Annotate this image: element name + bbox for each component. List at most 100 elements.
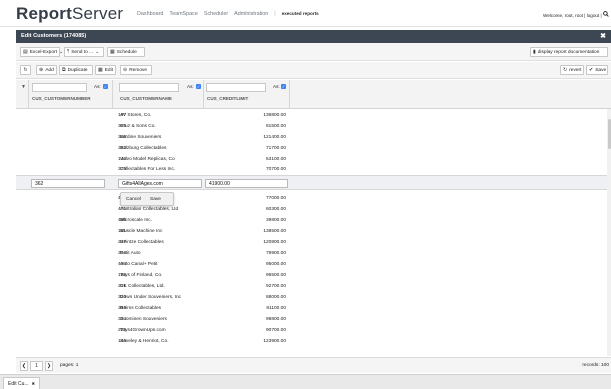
- table-row[interactable]: 379 Collectables For Less Inc. 70700.00: [16, 164, 607, 175]
- edit-customername-input[interactable]: [118, 179, 202, 188]
- prev-page-button[interactable]: ❮: [20, 361, 28, 371]
- report-toolbar: ▤ Excel-Export ⌄ ⤒ Send to ... ⌄ ▦ Sched…: [16, 43, 611, 61]
- revert-icon: ↻: [563, 66, 568, 73]
- tab-edit-customers[interactable]: Edit Cu... ✖: [3, 377, 40, 389]
- cell-creditlimit: 136800.00: [263, 113, 286, 118]
- table-row[interactable]: 151 Muscle Machine Inc 138500.00: [16, 226, 607, 237]
- table-row[interactable]: 186 Toys of Finland, Co. 96500.00: [16, 270, 607, 281]
- scrollbar-thumb[interactable]: [607, 119, 611, 149]
- close-icon[interactable]: ✖: [600, 32, 606, 40]
- filter-as-checkbox[interactable]: ✓: [196, 84, 201, 89]
- next-page-button[interactable]: ❯: [45, 361, 53, 371]
- vertical-scrollbar[interactable]: [607, 109, 611, 356]
- cell-customernumber: 205: [117, 328, 126, 333]
- edit-customernumber-input[interactable]: [31, 179, 105, 188]
- refresh-icon: ↻: [23, 66, 28, 73]
- filter-input-creditlimit[interactable]: [206, 83, 266, 92]
- filter-input-customername[interactable]: [119, 83, 179, 92]
- main-nav: Dashboard TeamSpace Scheduler Administra…: [137, 11, 319, 17]
- tab-label: Edit Cu...: [8, 380, 29, 387]
- records-label: records: 100: [582, 363, 609, 368]
- table-row[interactable]: 382 Salzburg Collectables 71700.00: [16, 143, 607, 154]
- table-row[interactable]: 201 UK Collectables, Ltd. 92700.00: [16, 281, 607, 292]
- plus-icon: ⊕: [39, 66, 44, 73]
- table-row[interactable]: 406 Auto Canal+ Petit 95000.00: [16, 259, 607, 270]
- nav-administration[interactable]: Administration: [234, 11, 268, 17]
- column-header-customername[interactable]: CUS_CUSTOMERNAME: [120, 96, 172, 101]
- upload-icon: ⤒: [67, 48, 70, 55]
- nav-executed-reports[interactable]: executed reports: [282, 11, 319, 17]
- table-row[interactable]: 471 Australian Collectables, Ltd 60300.0…: [16, 204, 607, 215]
- table-row[interactable]: 227 Heintze Collectables 120800.00: [16, 237, 607, 248]
- search-icon[interactable]: [603, 11, 609, 18]
- edit-creditlimit-input[interactable]: [205, 179, 288, 188]
- nav-teamspace[interactable]: TeamSpace: [169, 11, 197, 17]
- display-report-documentation-button[interactable]: ▮ display report documentation: [530, 47, 608, 57]
- column-divider: [28, 80, 29, 109]
- filter-icon[interactable]: ▼: [21, 84, 26, 90]
- cancel-button[interactable]: Cancel: [124, 195, 143, 204]
- table-row[interactable]: 385 Cruz & Sons Co. 81500.00: [16, 121, 607, 132]
- nav-scheduler[interactable]: Scheduler: [204, 11, 228, 17]
- cell-customernumber: 227: [117, 240, 126, 245]
- cell-customername: Lordine Souveniers: [120, 135, 162, 140]
- table-row[interactable]: 205 Toys4GrownUps.com 90700.00: [16, 325, 607, 336]
- user-welcome-text[interactable]: Welcome, root, root | logout |: [543, 13, 603, 18]
- cell-customernumber: 456: [117, 218, 126, 223]
- app-logo[interactable]: ReportServer: [16, 4, 123, 24]
- nav-separator: |: [274, 11, 276, 17]
- chevron-down-icon: ⌄: [58, 48, 64, 55]
- row-editor-popup: Cancel Save: [120, 192, 174, 206]
- table-row[interactable]: 353 Reims Collectables 81100.00: [16, 303, 607, 314]
- save-button[interactable]: ✔ Save: [586, 65, 608, 75]
- filter-input-customernumber[interactable]: [32, 83, 87, 92]
- page-number-input[interactable]: 1: [30, 361, 43, 371]
- remove-button[interactable]: ⊖ Remove: [120, 65, 152, 75]
- send-to-button[interactable]: ⤒ Send to ... ⌄: [64, 47, 104, 57]
- cell-customername: Petit Auto: [120, 251, 141, 256]
- filter-as-checkbox[interactable]: ✓: [103, 84, 108, 89]
- column-divider: [289, 80, 290, 109]
- nav-dashboard[interactable]: Dashboard: [137, 11, 163, 17]
- column-header-creditlimit[interactable]: CUS_CREDITLIMIT: [207, 96, 248, 101]
- cell-customernumber: 146: [117, 339, 126, 344]
- bottom-tab-bar: Edit Cu... ✖: [0, 374, 611, 389]
- table-row[interactable]: 415 Bava nports, ... 77000.00: [16, 193, 607, 204]
- table-row[interactable]: 334 Suominen Souveniers 98800.00: [16, 314, 607, 325]
- cell-customernumber: 471: [117, 207, 126, 212]
- data-grid: ▼ As: ✓ CUS_CUSTOMERNUMBER As: ✓ CUS_CUS…: [16, 80, 611, 356]
- cell-creditlimit: 138500.00: [263, 229, 286, 234]
- schedule-button[interactable]: ▦ Schedule: [107, 47, 145, 57]
- display-report-documentation-label: display report documentation: [537, 49, 600, 55]
- excel-export-button[interactable]: ▤ Excel-Export ⌄: [20, 47, 64, 57]
- filter-as-checkbox[interactable]: ✓: [281, 84, 286, 89]
- grid-toolbar: ↻ ⊕ Add ⧉ Duplicate ▦ Edit ⊖ Remove ↻ re…: [16, 62, 611, 79]
- cell-creditlimit: 71700.00: [265, 146, 286, 151]
- save-button[interactable]: Save: [148, 195, 163, 204]
- table-row[interactable]: 187 AV Stores, Co. 136800.00: [16, 110, 607, 121]
- save-label: Save: [595, 67, 607, 73]
- add-button[interactable]: ⊕ Add: [36, 65, 57, 75]
- table-row[interactable]: 314 Petit Auto 79900.00: [16, 248, 607, 259]
- column-divider: [112, 80, 113, 109]
- cell-creditlimit: 121400.00: [263, 135, 286, 140]
- cell-customername: Australian Collectables, Ltd: [120, 207, 179, 212]
- cell-customername: Cruz & Sons Co.: [120, 124, 156, 129]
- table-row[interactable]: 386 Lordine Souveniers 121400.00: [16, 132, 607, 143]
- close-icon[interactable]: ✖: [32, 381, 35, 386]
- cell-customername: Toys of Finland, Co.: [120, 273, 163, 278]
- refresh-button[interactable]: ↻: [20, 65, 31, 75]
- cell-customernumber: 415: [66, 196, 126, 201]
- pages-label: pages: 1: [60, 363, 79, 368]
- remove-label: Remove: [129, 67, 148, 73]
- duplicate-button[interactable]: ⧉ Duplicate: [59, 65, 93, 75]
- table-row[interactable]: 323 Down Under Souveniers, Inc 88000.00: [16, 292, 607, 303]
- edit-button[interactable]: ▦ Edit: [95, 65, 116, 75]
- column-header-customernumber[interactable]: CUS_CUSTOMERNUMBER: [32, 96, 91, 101]
- revert-button[interactable]: ↻ revert: [560, 65, 584, 75]
- file-icon: ▤: [23, 48, 28, 55]
- cell-customername: Volvo Model Replicas, Co: [120, 157, 175, 162]
- table-row[interactable]: 146 Saveley & Henriot, Co. 123900.00: [16, 336, 607, 347]
- cell-customernumber: 187: [117, 113, 126, 118]
- table-row[interactable]: 456 Microscale Inc. 39800.00: [16, 215, 607, 226]
